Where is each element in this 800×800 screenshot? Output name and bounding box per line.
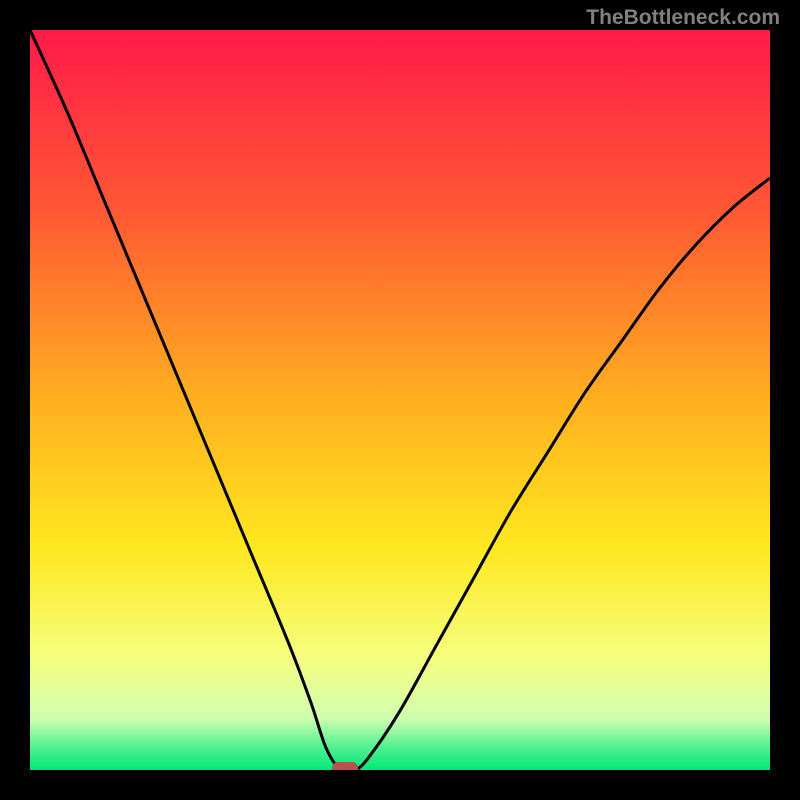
watermark-text: TheBottleneck.com [586, 6, 780, 30]
minimum-marker [332, 762, 358, 770]
chart-plot-area [30, 30, 770, 770]
bottleneck-curve [30, 30, 770, 770]
